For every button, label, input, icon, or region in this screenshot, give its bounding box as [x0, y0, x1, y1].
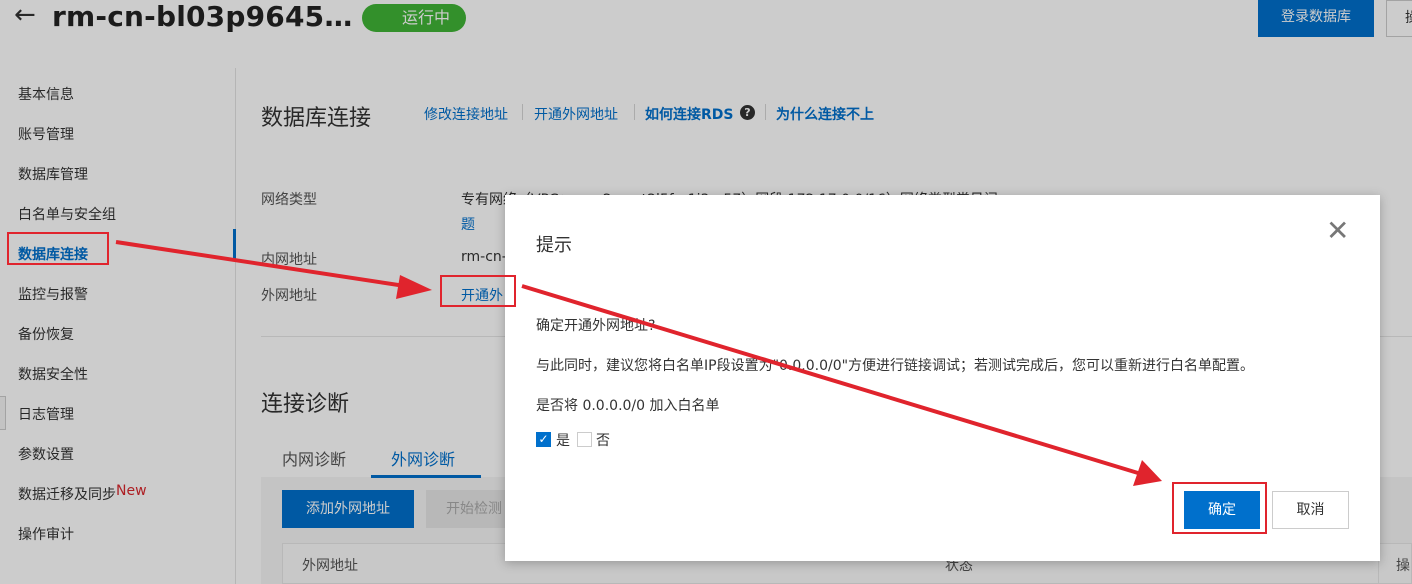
arrow-line-1 — [115, 240, 406, 288]
arrow-head-1 — [396, 275, 432, 299]
annotation-arrows — [115, 240, 1162, 486]
arrow-line-2 — [521, 284, 1139, 475]
